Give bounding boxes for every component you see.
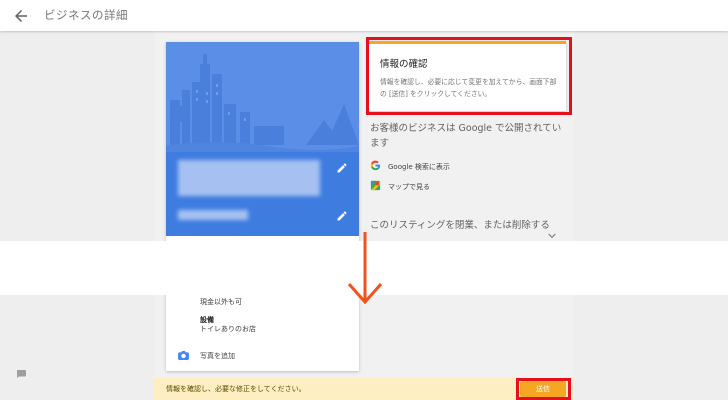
- camera-icon: [178, 351, 189, 360]
- chevron-down-icon[interactable]: [548, 233, 556, 239]
- edit-name-icon[interactable]: [336, 162, 348, 174]
- maps-icon: [370, 180, 381, 191]
- google-g-icon: [370, 160, 381, 171]
- add-photo-link[interactable]: 写真を追加: [200, 351, 235, 361]
- down-arrow-icon: [347, 232, 383, 305]
- back-arrow-icon[interactable]: [12, 7, 30, 25]
- payment-value: 現金以外も可: [200, 298, 242, 306]
- cover-illustration: [166, 42, 359, 152]
- facility-value: トイレありのお店: [200, 325, 256, 333]
- bottom-notice-text: 情報を確認し、必要な修正をしてください。: [166, 385, 306, 393]
- business-card: 現金以外も可 設備 トイレありのお店 写真を追加: [166, 42, 359, 371]
- confirm-body: 情報を確認し、必要に応じて変更を加えてから、画面下部の [送信] をクリックして…: [380, 78, 557, 98]
- view-on-search-label: Google 検索に表示: [388, 163, 450, 171]
- view-on-maps-label: マップで見る: [388, 183, 430, 191]
- top-app-bar: ビジネスの詳細: [0, 0, 728, 31]
- business-name-panel: [166, 152, 359, 236]
- feedback-icon[interactable]: [16, 370, 26, 378]
- bottom-notice-bar: 情報を確認し、必要な修正をしてください。 送信: [154, 378, 574, 400]
- edit-category-icon[interactable]: [336, 210, 348, 222]
- main-content: 現金以外も可 設備 トイレありのお店 写真を追加 情報の確認 情報を確認し、必要…: [154, 31, 574, 400]
- close-listing-section[interactable]: このリスティングを閉業、または削除する: [370, 217, 550, 231]
- confirm-title: 情報の確認: [380, 59, 428, 70]
- public-notice: お客様のビジネスは Google で公開されています: [370, 123, 562, 149]
- highlight-frame-send: [516, 378, 571, 400]
- confirm-info-box: 情報の確認 情報を確認し、必要に応じて変更を加えてから、画面下部の [送信] を…: [368, 41, 566, 111]
- page-title: ビジネスの詳細: [44, 8, 128, 22]
